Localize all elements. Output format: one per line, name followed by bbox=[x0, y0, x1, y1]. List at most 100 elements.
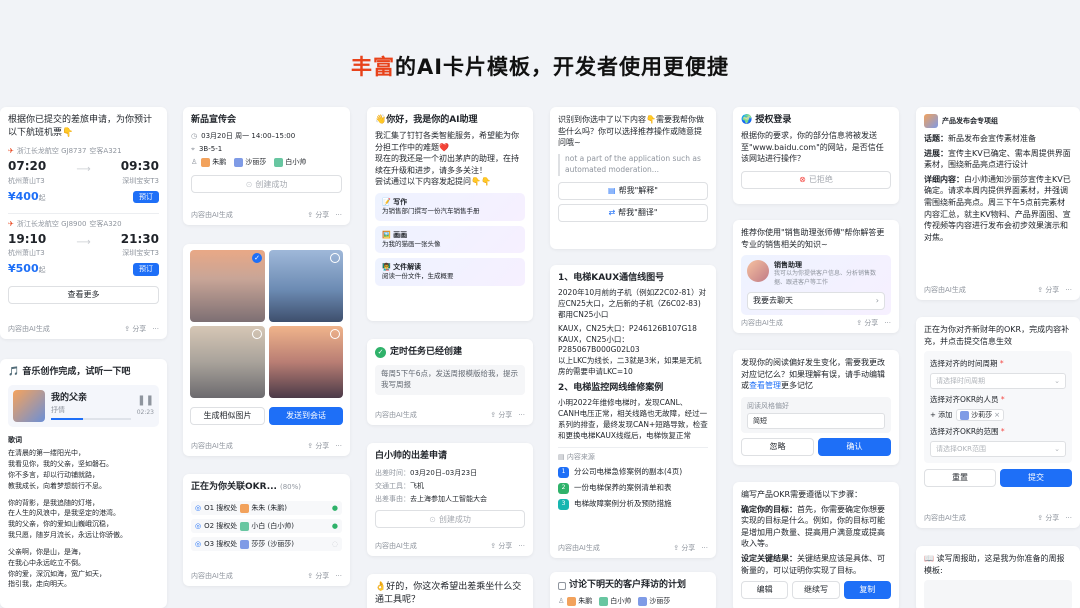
suggestion-file[interactable]: 👨‍🏫 文件解读 阅读一份文件，生成概要 bbox=[375, 258, 525, 286]
check-circle-icon: ⊙ bbox=[245, 179, 253, 189]
share-button[interactable]: ⇪ 分享 bbox=[1037, 285, 1059, 295]
preference-label: 阅读风格偏好 bbox=[747, 401, 789, 410]
generated-image[interactable] bbox=[269, 326, 343, 398]
more-button[interactable]: ··· bbox=[518, 410, 525, 420]
submit-button[interactable]: 提交 bbox=[1000, 468, 1072, 487]
suggestion-write[interactable]: 📝 写作 为销售部门撰写一份汽车销售手册 bbox=[375, 193, 525, 221]
ignore-button[interactable]: 忽略 bbox=[741, 437, 814, 456]
share-label: 分享 bbox=[1045, 513, 1060, 522]
ai-source-label: 内容由AI生成 bbox=[191, 441, 233, 450]
people-label: 选择对齐OKR的人员 * bbox=[930, 395, 1005, 405]
period-select[interactable]: 请选择时间周期 ⌄ bbox=[930, 373, 1066, 390]
close-icon[interactable]: × bbox=[994, 410, 1000, 420]
action-label: 帮我"解释" bbox=[618, 185, 658, 195]
music-progress-bar[interactable] bbox=[51, 418, 131, 421]
ai-source-label: 内容由AI生成 bbox=[375, 410, 417, 419]
send-to-chat-button[interactable]: 发送到会话 bbox=[269, 407, 343, 425]
view-more-button[interactable]: 查看更多 bbox=[8, 285, 159, 304]
task-title: 定时任务已经创建 bbox=[390, 347, 463, 357]
translate-button[interactable]: ⇄ 帮我"翻译" bbox=[558, 203, 708, 222]
continue-button[interactable]: 继续写 bbox=[792, 581, 840, 600]
check-circle-icon: ⊙ bbox=[429, 514, 436, 524]
share-button[interactable]: ⇪ 分享 bbox=[307, 571, 329, 581]
share-button[interactable]: ⇪ 分享 bbox=[124, 324, 146, 334]
share-button[interactable]: ⇪ 分享 bbox=[856, 318, 878, 328]
trip-card: 白小帅的出差申请 出差时间：03月20日–03月23日 交通工具：飞机 出差事由… bbox=[367, 443, 533, 556]
picture-icon: 🖼️ bbox=[382, 230, 391, 239]
source-name: 一份电梯保养的案例清单和表 bbox=[574, 482, 672, 492]
select-circle-icon bbox=[330, 329, 340, 339]
okr-icon: ◎ bbox=[195, 522, 202, 531]
people-icon: ♙ bbox=[558, 597, 565, 606]
suggestion-draw[interactable]: 🖼️ 画画 为我的猫画一张头像 bbox=[375, 225, 525, 254]
okr-owner: 朱朱 (朱鹏) bbox=[240, 503, 287, 513]
more-button[interactable]: ··· bbox=[884, 318, 891, 328]
flight-item: ✈ 浙江长龙航空 GJ8900 空客A320 19:10 杭州萧山T3 ⟶ 21:30… bbox=[8, 219, 159, 278]
more-button[interactable]: ··· bbox=[1065, 513, 1072, 523]
explain-button[interactable]: ▤ 帮我"解释" bbox=[558, 181, 708, 200]
range-label-text: 选择对齐OKR的范围 bbox=[930, 427, 999, 437]
share-button[interactable]: ⇪ 分享 bbox=[490, 410, 512, 420]
share-button[interactable]: ⇪ 分享 bbox=[307, 441, 329, 451]
weekly-text: 📖 读写周报助，这是我为你准备的周报模板: bbox=[924, 554, 1065, 575]
more-button[interactable]: ··· bbox=[335, 441, 342, 451]
flight-price: ¥400 bbox=[8, 189, 39, 203]
source-item[interactable]: 1 分公司电梯急修案例的副本(4页) bbox=[558, 466, 708, 478]
preference-input[interactable]: 简短 bbox=[747, 412, 885, 429]
explain-icon: ▤ bbox=[608, 185, 616, 195]
pause-icon[interactable]: ❚❚ bbox=[137, 394, 154, 409]
okr-owner: 莎莎 (沙丽莎) bbox=[240, 539, 294, 549]
more-button[interactable]: ··· bbox=[335, 571, 342, 581]
checkbox-icon[interactable] bbox=[558, 581, 566, 590]
more-button[interactable]: ··· bbox=[335, 210, 342, 220]
share-button[interactable]: ⇪ 分享 bbox=[307, 210, 329, 220]
book-button[interactable]: 预订 bbox=[133, 190, 159, 203]
more-button[interactable]: ··· bbox=[1065, 285, 1072, 295]
confirm-button[interactable]: 确认 bbox=[818, 437, 891, 456]
suggestion-desc: 为销售部门撰写一份汽车销售手册 bbox=[382, 207, 480, 216]
trip-value: 去上海参加人工智能大会 bbox=[410, 495, 487, 504]
source-item[interactable]: 2 一份电梯保养的案例清单和表 bbox=[558, 482, 708, 494]
reading-text-tail: 更多记忆 bbox=[781, 381, 813, 391]
song-name: 我的父亲 bbox=[51, 392, 88, 403]
more-button[interactable]: ··· bbox=[152, 324, 159, 334]
range-select[interactable]: 请选择OKR范围 ⌄ bbox=[930, 440, 1066, 457]
manage-link[interactable]: 查看管理 bbox=[749, 381, 781, 390]
task-desc: 每周5下午6点，发送周报模版给我，提示我写周报 bbox=[375, 365, 525, 395]
share-button[interactable]: ⇪ 分享 bbox=[673, 543, 695, 553]
more-button[interactable]: ··· bbox=[701, 543, 708, 553]
generate-similar-button[interactable]: 生成相似图片 bbox=[190, 407, 265, 425]
attendee: 白小帅 bbox=[274, 157, 306, 167]
copy-button[interactable]: 复制 bbox=[843, 581, 891, 600]
meeting-card: 新品宣传会 ◷ 03月20日 周一 14:00–15:00 ⌖ 3B-5-1 ♙ 朱… bbox=[183, 107, 350, 225]
selected-check-icon: ✓ bbox=[252, 253, 262, 263]
suggestion-desc: 为我的猫画一张头像 bbox=[382, 239, 441, 248]
edit-button[interactable]: 编辑 bbox=[741, 581, 789, 600]
share-button[interactable]: ⇪ 分享 bbox=[490, 541, 512, 551]
share-icon: ⇪ bbox=[307, 441, 314, 450]
reset-button[interactable]: 重置 bbox=[924, 468, 996, 487]
okr-steps-intro: 编写产品OKR需要遵循以下步骤： bbox=[741, 490, 863, 499]
plan-card: 讨论下明天的客户拜访的计划 ♙ 朱鹏 白小帅 沙丽莎 bbox=[550, 572, 716, 608]
teacher-icon: 👨‍🏫 bbox=[382, 263, 391, 272]
share-icon: ⇪ bbox=[490, 541, 497, 550]
assistant-intro3: 尝试通过以下内容发起提问👇👇 bbox=[375, 177, 491, 187]
generated-image[interactable] bbox=[190, 326, 265, 398]
generated-image[interactable] bbox=[269, 250, 343, 322]
share-icon: ⇪ bbox=[673, 543, 680, 552]
book-button[interactable]: 预订 bbox=[133, 263, 159, 276]
music-title: 🎵 音乐创作完成，试听一下吧 bbox=[8, 367, 131, 377]
source-item[interactable]: 3 电梯故障案例分析及预防措施 bbox=[558, 498, 708, 510]
lyric-line: 你不多言，却以行动铺就路， bbox=[8, 470, 99, 479]
step-key: 确定你的目标： bbox=[741, 504, 797, 514]
generated-image[interactable]: ✓ bbox=[190, 250, 265, 322]
add-person-button[interactable]: + 添加 bbox=[930, 410, 952, 420]
go-chat-button[interactable]: 我要去聊天 › bbox=[747, 291, 885, 310]
more-button[interactable]: ··· bbox=[518, 541, 525, 551]
lyric-line: 我看见你，我的父亲，坚如磐石。 bbox=[8, 460, 113, 469]
step-key: 设定关键结果： bbox=[741, 553, 797, 563]
group-key: 详细内容： bbox=[924, 174, 964, 184]
share-button[interactable]: ⇪ 分享 bbox=[1037, 513, 1059, 523]
check-icon: ✓ bbox=[375, 347, 386, 359]
created-status-button: ⊙ 创建成功 bbox=[191, 175, 342, 194]
